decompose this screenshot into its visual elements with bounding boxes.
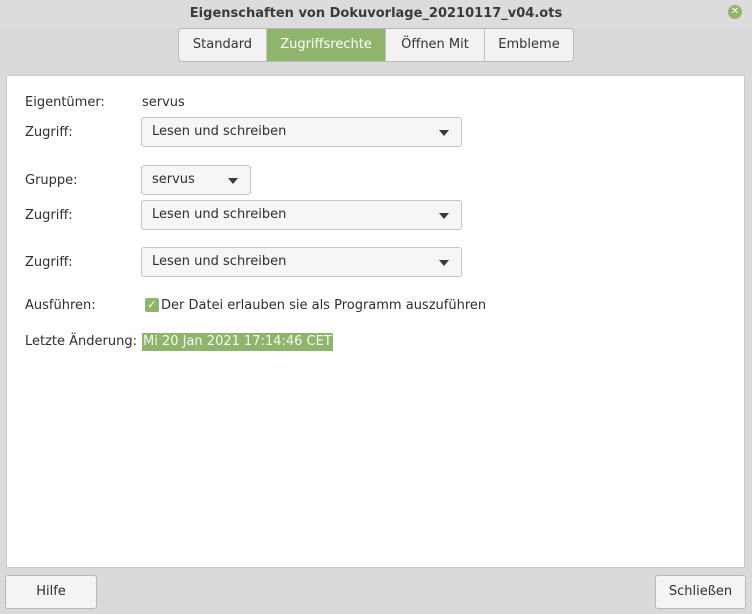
- execute-checkbox[interactable]: ✓: [145, 298, 159, 312]
- other-access-label: Zugriff:: [25, 255, 73, 270]
- owner-label: Eigentümer:: [25, 95, 105, 110]
- group-access-value: Lesen und schreiben: [152, 207, 287, 222]
- modified-value[interactable]: Mi 20 Jan 2021 17:14:46 CET: [142, 333, 333, 351]
- group-access-dropdown[interactable]: Lesen und schreiben: [141, 200, 462, 230]
- permissions-panel: Eigentümer: servus Zugriff: Lesen und sc…: [6, 75, 745, 568]
- group-value: servus: [152, 172, 195, 187]
- owner-access-dropdown[interactable]: Lesen und schreiben: [141, 117, 462, 147]
- modified-label: Letzte Änderung:: [25, 334, 137, 349]
- dropdown-arrow-icon: [439, 260, 449, 266]
- tab-oeffnen-mit[interactable]: Öffnen Mit: [386, 29, 485, 61]
- owner-access-label: Zugriff:: [25, 125, 73, 140]
- tab-standard[interactable]: Standard: [179, 29, 267, 61]
- execute-label: Ausführen:: [25, 298, 96, 313]
- help-button[interactable]: Hilfe: [5, 575, 97, 609]
- group-dropdown[interactable]: servus: [141, 165, 251, 195]
- dropdown-arrow-icon: [228, 178, 238, 184]
- dropdown-arrow-icon: [439, 213, 449, 219]
- group-label: Gruppe:: [25, 173, 78, 188]
- close-icon[interactable]: ✕: [728, 5, 742, 19]
- owner-value: servus: [142, 95, 185, 110]
- tab-bar: Standard Zugriffsrechte Öffnen Mit Emble…: [178, 28, 574, 62]
- owner-access-value: Lesen und schreiben: [152, 124, 287, 139]
- close-button[interactable]: Schließen: [655, 575, 746, 609]
- title-bar: Eigenschaften von Dokuvorlage_20210117_v…: [0, 0, 752, 28]
- other-access-dropdown[interactable]: Lesen und schreiben: [141, 247, 462, 277]
- execute-checkbox-label[interactable]: Der Datei erlauben sie als Programm ausz…: [161, 298, 486, 313]
- group-access-label: Zugriff:: [25, 208, 73, 223]
- tab-zugriffsrechte[interactable]: Zugriffsrechte: [267, 29, 386, 61]
- window-title: Eigenschaften von Dokuvorlage_20210117_v…: [189, 6, 563, 21]
- tab-embleme[interactable]: Embleme: [485, 29, 573, 61]
- other-access-value: Lesen und schreiben: [152, 254, 287, 269]
- dropdown-arrow-icon: [439, 130, 449, 136]
